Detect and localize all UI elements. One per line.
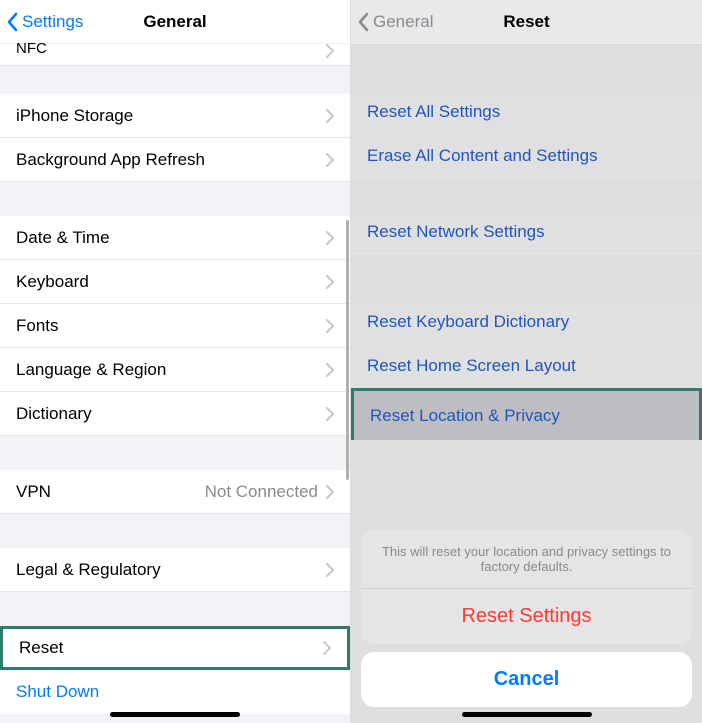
row-date-time[interactable]: Date & Time: [0, 216, 350, 260]
row-label: Reset Home Screen Layout: [367, 356, 686, 376]
row-label: VPN: [16, 482, 205, 502]
row-label: Dictionary: [16, 404, 326, 424]
nav-bar: General Reset: [351, 0, 702, 44]
back-label: General: [373, 12, 433, 32]
row-nfc[interactable]: NFC: [0, 44, 350, 66]
home-indicator: [462, 712, 592, 717]
chevron-right-icon: [326, 363, 334, 377]
chevron-left-icon: [6, 12, 18, 32]
back-button-settings[interactable]: Settings: [0, 12, 83, 32]
action-sheet-message: This will reset your location and privac…: [361, 530, 692, 589]
row-vpn[interactable]: VPN Not Connected: [0, 470, 350, 514]
chevron-right-icon: [326, 563, 334, 577]
row-label: Language & Region: [16, 360, 326, 380]
row-label: Keyboard: [16, 272, 326, 292]
row-reset-home-screen[interactable]: Reset Home Screen Layout: [351, 344, 702, 388]
chevron-right-icon: [326, 153, 334, 167]
row-label: Reset Network Settings: [367, 222, 686, 242]
home-indicator: [110, 712, 240, 717]
reset-screen: General Reset Reset All Settings Erase A…: [351, 0, 702, 723]
chevron-right-icon: [326, 319, 334, 333]
row-label: Fonts: [16, 316, 326, 336]
row-label: Date & Time: [16, 228, 326, 248]
row-label: Erase All Content and Settings: [367, 146, 686, 166]
row-iphone-storage[interactable]: iPhone Storage: [0, 94, 350, 138]
action-sheet: This will reset your location and privac…: [361, 530, 692, 707]
row-shut-down[interactable]: Shut Down: [0, 670, 350, 714]
general-settings-screen: Settings General NFC iPhone Storage Back…: [0, 0, 351, 723]
chevron-right-icon: [326, 109, 334, 123]
row-label: Reset Keyboard Dictionary: [367, 312, 686, 332]
row-reset[interactable]: Reset: [0, 626, 350, 670]
row-legal-regulatory[interactable]: Legal & Regulatory: [0, 548, 350, 592]
row-dictionary[interactable]: Dictionary: [0, 392, 350, 436]
row-erase-all-content[interactable]: Erase All Content and Settings: [351, 134, 702, 178]
chevron-right-icon: [326, 275, 334, 289]
row-keyboard[interactable]: Keyboard: [0, 260, 350, 304]
row-label: iPhone Storage: [16, 106, 326, 126]
row-reset-keyboard-dictionary[interactable]: Reset Keyboard Dictionary: [351, 300, 702, 344]
reset-list: Reset All Settings Erase All Content and…: [351, 44, 702, 440]
back-label: Settings: [22, 12, 83, 32]
vpn-status: Not Connected: [205, 482, 318, 502]
row-reset-all-settings[interactable]: Reset All Settings: [351, 90, 702, 134]
back-button-general[interactable]: General: [351, 12, 433, 32]
row-background-app-refresh[interactable]: Background App Refresh: [0, 138, 350, 182]
reset-settings-button[interactable]: Reset Settings: [361, 589, 692, 644]
chevron-right-icon: [323, 641, 331, 655]
row-label: Reset All Settings: [367, 102, 686, 122]
chevron-right-icon: [326, 44, 334, 58]
chevron-right-icon: [326, 407, 334, 421]
settings-list: NFC iPhone Storage Background App Refres…: [0, 44, 350, 714]
row-label: Shut Down: [16, 682, 334, 702]
row-label: Legal & Regulatory: [16, 560, 326, 580]
chevron-right-icon: [326, 485, 334, 499]
row-language-region[interactable]: Language & Region: [0, 348, 350, 392]
row-reset-location-privacy[interactable]: Reset Location & Privacy: [351, 388, 702, 440]
chevron-right-icon: [326, 231, 334, 245]
row-label: NFC: [16, 40, 326, 57]
cancel-button[interactable]: Cancel: [361, 652, 692, 707]
chevron-left-icon: [357, 12, 369, 32]
nav-bar: Settings General: [0, 0, 350, 44]
row-label: Reset Location & Privacy: [370, 406, 683, 426]
row-fonts[interactable]: Fonts: [0, 304, 350, 348]
row-label: Reset: [19, 638, 323, 658]
action-sheet-card: This will reset your location and privac…: [361, 530, 692, 644]
scroll-indicator: [346, 220, 349, 480]
row-label: Background App Refresh: [16, 150, 326, 170]
row-reset-network[interactable]: Reset Network Settings: [351, 210, 702, 254]
